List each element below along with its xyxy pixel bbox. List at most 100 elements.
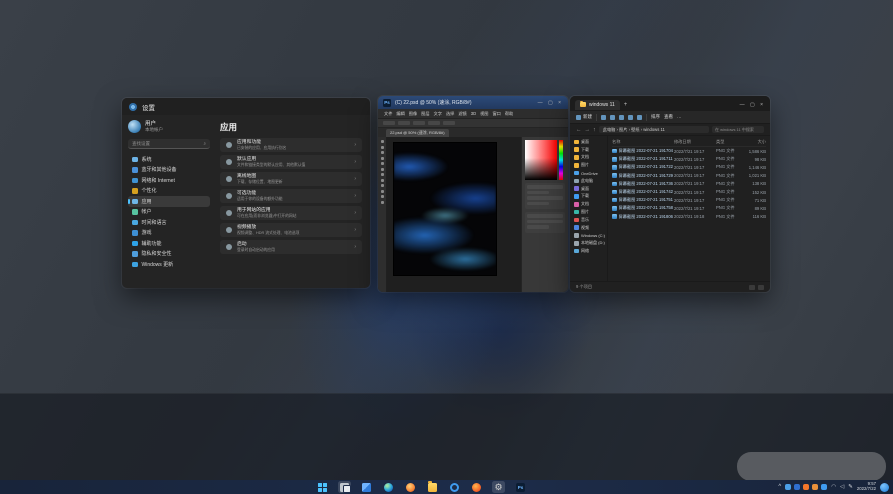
- forward-button[interactable]: →: [585, 127, 591, 133]
- settings-row-5[interactable]: 视频播放视频调整、HDR 流式处理、电池选项›: [220, 223, 362, 237]
- sidebar-item-2[interactable]: 网络和 Internet: [128, 175, 210, 186]
- network-icon[interactable]: ◠: [831, 484, 836, 490]
- copy-icon[interactable]: [610, 115, 615, 120]
- volume-icon[interactable]: ◁: [840, 484, 844, 490]
- menu-7[interactable]: 3D: [471, 111, 476, 116]
- window-controls[interactable]: — ▢ ×: [740, 102, 765, 108]
- settings-row-6[interactable]: 启动登录时自动启动的应用›: [220, 240, 362, 254]
- explorer-sidebar-item-2[interactable]: 文档: [574, 154, 607, 162]
- explorer-sidebar-item-13[interactable]: 本地磁盘 (D:): [574, 239, 607, 247]
- cut-icon[interactable]: [601, 115, 606, 120]
- tray-app-icon-1[interactable]: [794, 484, 800, 490]
- sidebar-item-3[interactable]: 个性化: [128, 186, 210, 197]
- artwork-canvas[interactable]: [394, 143, 496, 275]
- explorer-sidebar-item-7[interactable]: 下载: [574, 193, 607, 201]
- column-header-1[interactable]: 修改日期: [674, 139, 716, 145]
- sidebar-item-10[interactable]: Windows 更新: [128, 259, 210, 270]
- menu-9[interactable]: 窗口: [492, 111, 500, 117]
- tray-app-icon-0[interactable]: [785, 484, 791, 490]
- rename-icon[interactable]: [628, 115, 633, 120]
- taskbar-edge-button[interactable]: [382, 481, 395, 493]
- sidebar-item-1[interactable]: 蓝牙和其他设备: [128, 165, 210, 176]
- tray-app-icon-2[interactable]: [803, 484, 809, 490]
- taskbar-task-view-button[interactable]: [338, 481, 351, 493]
- menu-0[interactable]: 文件: [384, 111, 392, 117]
- photoshop-canvas-area[interactable]: [387, 137, 521, 292]
- breadcrumb[interactable]: 此电脑 › 图片 › 壁纸 › windows 11: [599, 126, 709, 134]
- taskbar-firefox-button[interactable]: [470, 481, 483, 493]
- saturation-brightness-box[interactable]: [525, 140, 557, 180]
- explorer-tab[interactable]: windows 11: [575, 100, 620, 110]
- color-picker-panel[interactable]: [525, 140, 565, 180]
- settings-search-input[interactable]: 查找设置 ⌕: [128, 139, 210, 149]
- thumbnails-view-icon[interactable]: [758, 285, 764, 290]
- settings-row-4[interactable]: 用于网站的应用可在应用(而非浏览器)中打开的网站›: [220, 206, 362, 220]
- menu-1[interactable]: 编辑: [396, 111, 404, 117]
- table-row[interactable]: 屏幕截图 2022-07-21 1917422022/7/21 19:17PNG…: [612, 188, 766, 196]
- photoshop-toolbar[interactable]: [378, 137, 387, 292]
- settings-row-1[interactable]: 默认应用文件和链接类型的默认应用、其他默认值›: [220, 155, 362, 169]
- tray-app-icon-4[interactable]: [821, 484, 827, 490]
- photoshop-window[interactable]: Ps (C) 22.psd @ 50% (速涂, RGB/8#) — ▢ × 文…: [378, 96, 568, 292]
- explorer-sidebar-item-14[interactable]: 网络: [574, 247, 607, 255]
- explorer-search-input[interactable]: 在 windows 11 中搜索: [712, 126, 764, 134]
- explorer-sidebar-item-4[interactable]: OneDrive: [574, 169, 607, 177]
- sidebar-item-4[interactable]: 应用: [128, 196, 210, 207]
- tray-app-icon-3[interactable]: [812, 484, 818, 490]
- column-header-0[interactable]: 名称: [612, 139, 674, 145]
- delete-icon[interactable]: [637, 115, 642, 120]
- new-tab-button[interactable]: +: [624, 102, 628, 108]
- explorer-sidebar-item-8[interactable]: 文档: [574, 200, 607, 208]
- paste-icon[interactable]: [619, 115, 624, 120]
- settings-row-2[interactable]: 离线地图下载、存储位置、地图更新›: [220, 172, 362, 186]
- explorer-sidebar-item-0[interactable]: 桌面: [574, 138, 607, 146]
- table-row[interactable]: 屏幕截图 2022-07-21 1917222022/7/21 19:17PNG…: [612, 163, 766, 171]
- tray-chevron-icon[interactable]: ^: [778, 484, 781, 490]
- menu-8[interactable]: 视图: [480, 111, 488, 117]
- sidebar-item-5[interactable]: 帐户: [128, 207, 210, 218]
- explorer-sidebar-item-9[interactable]: 图片: [574, 208, 607, 216]
- table-row[interactable]: 屏幕截图 2022-07-21 1917112022/7/21 19:17PNG…: [612, 155, 766, 163]
- new-button[interactable]: 新建: [576, 114, 592, 120]
- taskbar-settings-button[interactable]: ⚙: [492, 481, 505, 493]
- taskbar-file-explorer-button[interactable]: [426, 481, 439, 493]
- settings-row-0[interactable]: 应用和功能已安装的应用、应用执行别名›: [220, 138, 362, 152]
- explorer-sidebar-item-11[interactable]: 视频: [574, 224, 607, 232]
- view-button[interactable]: 查看: [664, 114, 673, 120]
- taskbar-clock[interactable]: 9:57 2022/7/22: [857, 482, 876, 492]
- table-row[interactable]: 屏幕截图 2022-07-21 1917582022/7/21 19:17PNG…: [612, 204, 766, 212]
- taskbar-panes-app-button[interactable]: [360, 481, 373, 493]
- details-view-icon[interactable]: [749, 285, 755, 290]
- table-row[interactable]: 屏幕截图 2022-07-21 1917292022/7/21 19:17PNG…: [612, 172, 766, 180]
- menu-5[interactable]: 选择: [446, 111, 454, 117]
- menu-3[interactable]: 图层: [421, 111, 429, 117]
- explorer-sidebar-item-10[interactable]: 音乐: [574, 216, 607, 224]
- notification-button[interactable]: [880, 483, 889, 492]
- back-button[interactable]: ←: [576, 127, 582, 133]
- table-row[interactable]: 屏幕截图 2022-07-21 1917362022/7/21 19:17PNG…: [612, 180, 766, 188]
- explorer-sidebar-item-1[interactable]: 下载: [574, 146, 607, 154]
- hue-strip[interactable]: [559, 140, 563, 180]
- table-row[interactable]: 屏幕截图 2022-07-21 1917512022/7/21 19:17PNG…: [612, 196, 766, 204]
- explorer-sidebar-item-12[interactable]: Windows (C:): [574, 232, 607, 240]
- explorer-window[interactable]: windows 11 + — ▢ × 新建 排序 查看 ··· ← → ↑ 此电…: [570, 96, 770, 292]
- sort-button[interactable]: 排序: [651, 114, 660, 120]
- settings-row-3[interactable]: 可选功能适用于你的设备的额外功能›: [220, 189, 362, 203]
- menu-4[interactable]: 文字: [434, 111, 442, 117]
- taskbar-orange-app-button[interactable]: [404, 481, 417, 493]
- more-button[interactable]: ···: [677, 115, 682, 120]
- settings-account[interactable]: 用户 本地帐户: [128, 120, 210, 133]
- document-tab[interactable]: 22.psd @ 50% (速涂, RGB/8#): [386, 129, 449, 137]
- sidebar-item-7[interactable]: 游戏: [128, 228, 210, 239]
- explorer-sidebar-item-6[interactable]: 桌面: [574, 185, 607, 193]
- up-button[interactable]: ↑: [593, 127, 596, 133]
- column-header-2[interactable]: 类型: [716, 139, 744, 145]
- column-header-3[interactable]: 大小: [744, 139, 766, 145]
- taskbar-photoshop-button[interactable]: Ps: [514, 481, 527, 493]
- window-controls[interactable]: — ▢ ×: [538, 100, 563, 106]
- explorer-sidebar-item-5[interactable]: 此电脑: [574, 177, 607, 185]
- taskbar-start-button[interactable]: [316, 481, 329, 493]
- taskbar-blue-ring-app-button[interactable]: [448, 481, 461, 493]
- table-row[interactable]: 屏幕截图 2022-07-21 1918062022/7/21 19:18PNG…: [612, 213, 766, 221]
- table-row[interactable]: 屏幕截图 2022-07-21 1917042022/7/21 19:17PNG…: [612, 147, 766, 155]
